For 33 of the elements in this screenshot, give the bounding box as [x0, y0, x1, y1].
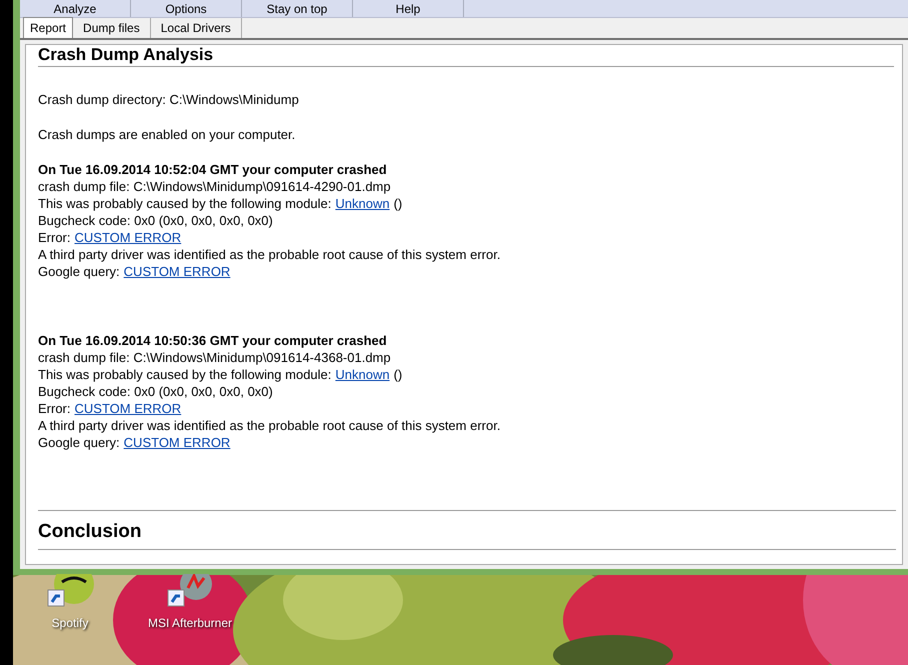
report-label: This was probably caused by the following module: [38, 366, 332, 383]
tab[interactable]: Dump files [73, 18, 151, 38]
crash-heading: On Tue 16.09.2014 10:50:36 GMT your computer crashed [38, 332, 388, 349]
menu-item[interactable]: Stay on top [242, 0, 353, 17]
report-line: A third party driver was identified as the probable root cause of this system error. [38, 417, 502, 434]
section-heading: Conclusion [38, 521, 142, 543]
report-line: crash dump file: C:\Windows\Minidump\091614-4290-01.dmp [38, 178, 392, 195]
menu-item[interactable]: Options [131, 0, 242, 17]
report-link[interactable]: Unknown [335, 195, 390, 212]
report-link[interactable]: CUSTOM ERROR [74, 229, 182, 246]
menu-item[interactable]: Help [353, 0, 464, 17]
section-heading: Crash Dump Analysis [38, 45, 214, 65]
report-line: crash dump file: C:\Windows\Minidump\091614-4368-01.dmp [38, 349, 392, 366]
icon-label[interactable]: MSI Afterburner [148, 614, 232, 632]
report-suffix: () [394, 195, 402, 212]
report-line: A third party driver was identified as the probable root cause of this system error. [38, 246, 502, 263]
report-link[interactable]: CUSTOM ERROR [74, 400, 182, 417]
report-link[interactable]: CUSTOM ERROR [124, 263, 230, 280]
tab[interactable]: Report [23, 17, 74, 38]
crash-heading: On Tue 16.09.2014 10:52:04 GMT your computer crashed [38, 161, 388, 178]
report-link[interactable]: Unknown [335, 366, 390, 383]
report-label: Error: [38, 229, 70, 246]
report-label: Google query: [38, 263, 120, 280]
report-suffix: () [394, 366, 402, 383]
report-line: Crash dumps are enabled on your computer. [38, 126, 296, 143]
tab[interactable]: Local Drivers [150, 18, 242, 38]
report-label: Google query: [38, 434, 120, 451]
report-line: Bugcheck code: 0x0 (0x0, 0x0, 0x0, 0x0) [38, 212, 274, 229]
report-line: Crash dump directory: C:\Windows\Minidump [38, 91, 300, 108]
report-label: Error: [38, 400, 70, 417]
report-link[interactable]: CUSTOM ERROR [124, 434, 230, 451]
report-label: This was probably caused by the following module: [38, 195, 332, 212]
report-line: Bugcheck code: 0x0 (0x0, 0x0, 0x0, 0x0) [38, 383, 274, 400]
